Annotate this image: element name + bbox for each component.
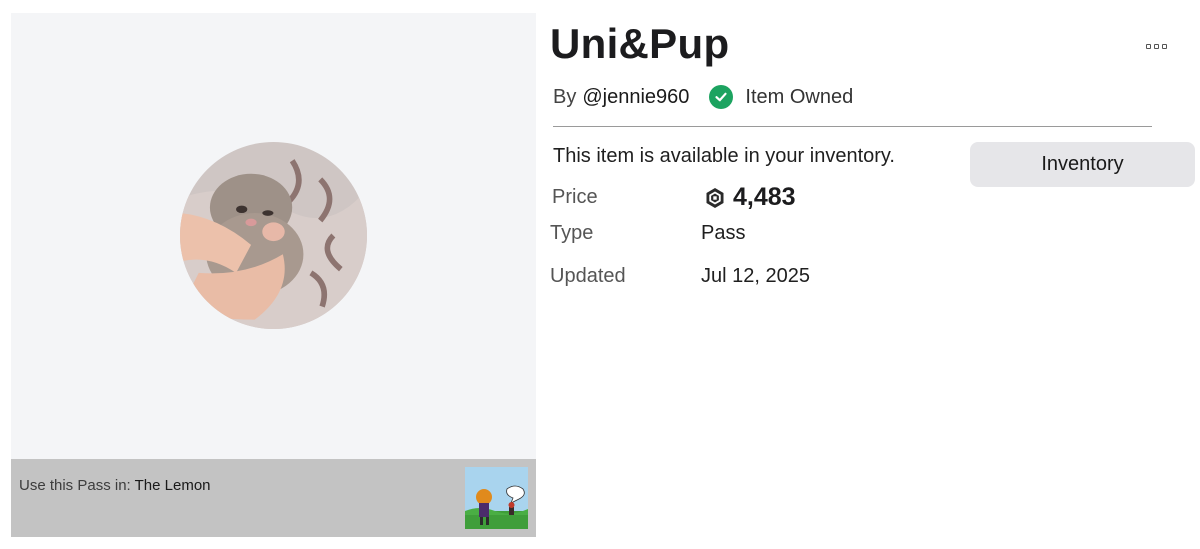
type-value: Pass	[701, 222, 746, 244]
check-circle-icon	[709, 85, 734, 109]
inventory-button[interactable]: Inventory	[970, 142, 1195, 187]
by-label: By	[553, 85, 577, 108]
price-label: Price	[552, 186, 598, 208]
game-thumbnail[interactable]	[465, 467, 528, 529]
more-dot	[1146, 43, 1151, 49]
game-icon-image	[465, 467, 528, 529]
item-thumbnail	[180, 142, 367, 329]
usage-prefix: Use this Pass in:	[19, 477, 131, 494]
usage-text: Use this Pass in: The Lemon	[19, 477, 211, 494]
owned-label: Item Owned	[745, 85, 854, 108]
kitten-image	[180, 142, 367, 329]
updated-value: Jul 12, 2025	[701, 265, 810, 287]
creator-row: By @jennie960 Item Owned	[553, 85, 853, 109]
availability-text: This item is available in your inventory…	[553, 145, 895, 167]
price-value: 4,483	[705, 183, 796, 212]
divider	[553, 126, 1152, 127]
price-amount: 4,483	[733, 183, 796, 211]
item-media-panel: Use this Pass in: The Lemon	[11, 13, 536, 537]
more-options-icon[interactable]	[1146, 40, 1172, 52]
more-dot	[1162, 43, 1167, 49]
usage-bar: Use this Pass in: The Lemon	[11, 459, 536, 537]
more-dot	[1154, 43, 1159, 49]
updated-label: Updated	[550, 265, 626, 287]
item-title: Uni&Pup	[550, 20, 730, 67]
game-link[interactable]: The Lemon	[135, 477, 211, 494]
robux-icon	[706, 187, 724, 208]
type-label: Type	[550, 222, 594, 244]
creator-link[interactable]: @jennie960	[582, 86, 689, 109]
